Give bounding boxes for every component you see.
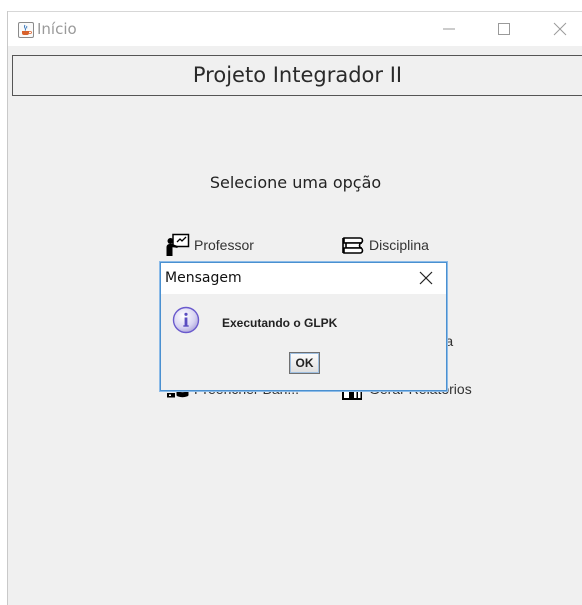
dialog-title-bar[interactable]: Mensagem: [161, 263, 446, 294]
teacher-board-icon: [166, 233, 190, 257]
ok-button[interactable]: OK: [289, 352, 320, 374]
maximize-button[interactable]: [481, 12, 527, 46]
professor-label: Professor: [194, 237, 254, 253]
message-dialog: Mensagem Executando o GLPK OK: [160, 262, 447, 391]
window-title: Início: [37, 20, 77, 38]
close-icon: [419, 271, 433, 285]
minimize-icon: [443, 28, 455, 30]
dialog-message: Executando o GLPK: [222, 316, 338, 330]
main-window: Início Projeto Integrador II Selecione u…: [7, 11, 582, 605]
minimize-button[interactable]: [426, 12, 472, 46]
page-subtitle: Selecione uma opção: [209, 173, 382, 192]
info-icon: [172, 306, 200, 334]
title-bar[interactable]: Início: [8, 11, 582, 46]
dialog-close-button[interactable]: [416, 268, 436, 288]
maximize-icon: [498, 23, 510, 35]
books-icon: [341, 233, 365, 257]
java-cup-icon: [18, 22, 34, 38]
professor-button[interactable]: Professor: [166, 233, 254, 257]
disciplina-button[interactable]: Disciplina: [341, 233, 429, 257]
banner-title: Projeto Integrador II: [12, 55, 582, 96]
close-icon: [553, 22, 567, 36]
dialog-title: Mensagem: [165, 270, 242, 286]
disciplina-label: Disciplina: [369, 237, 429, 253]
close-button[interactable]: [537, 12, 582, 46]
